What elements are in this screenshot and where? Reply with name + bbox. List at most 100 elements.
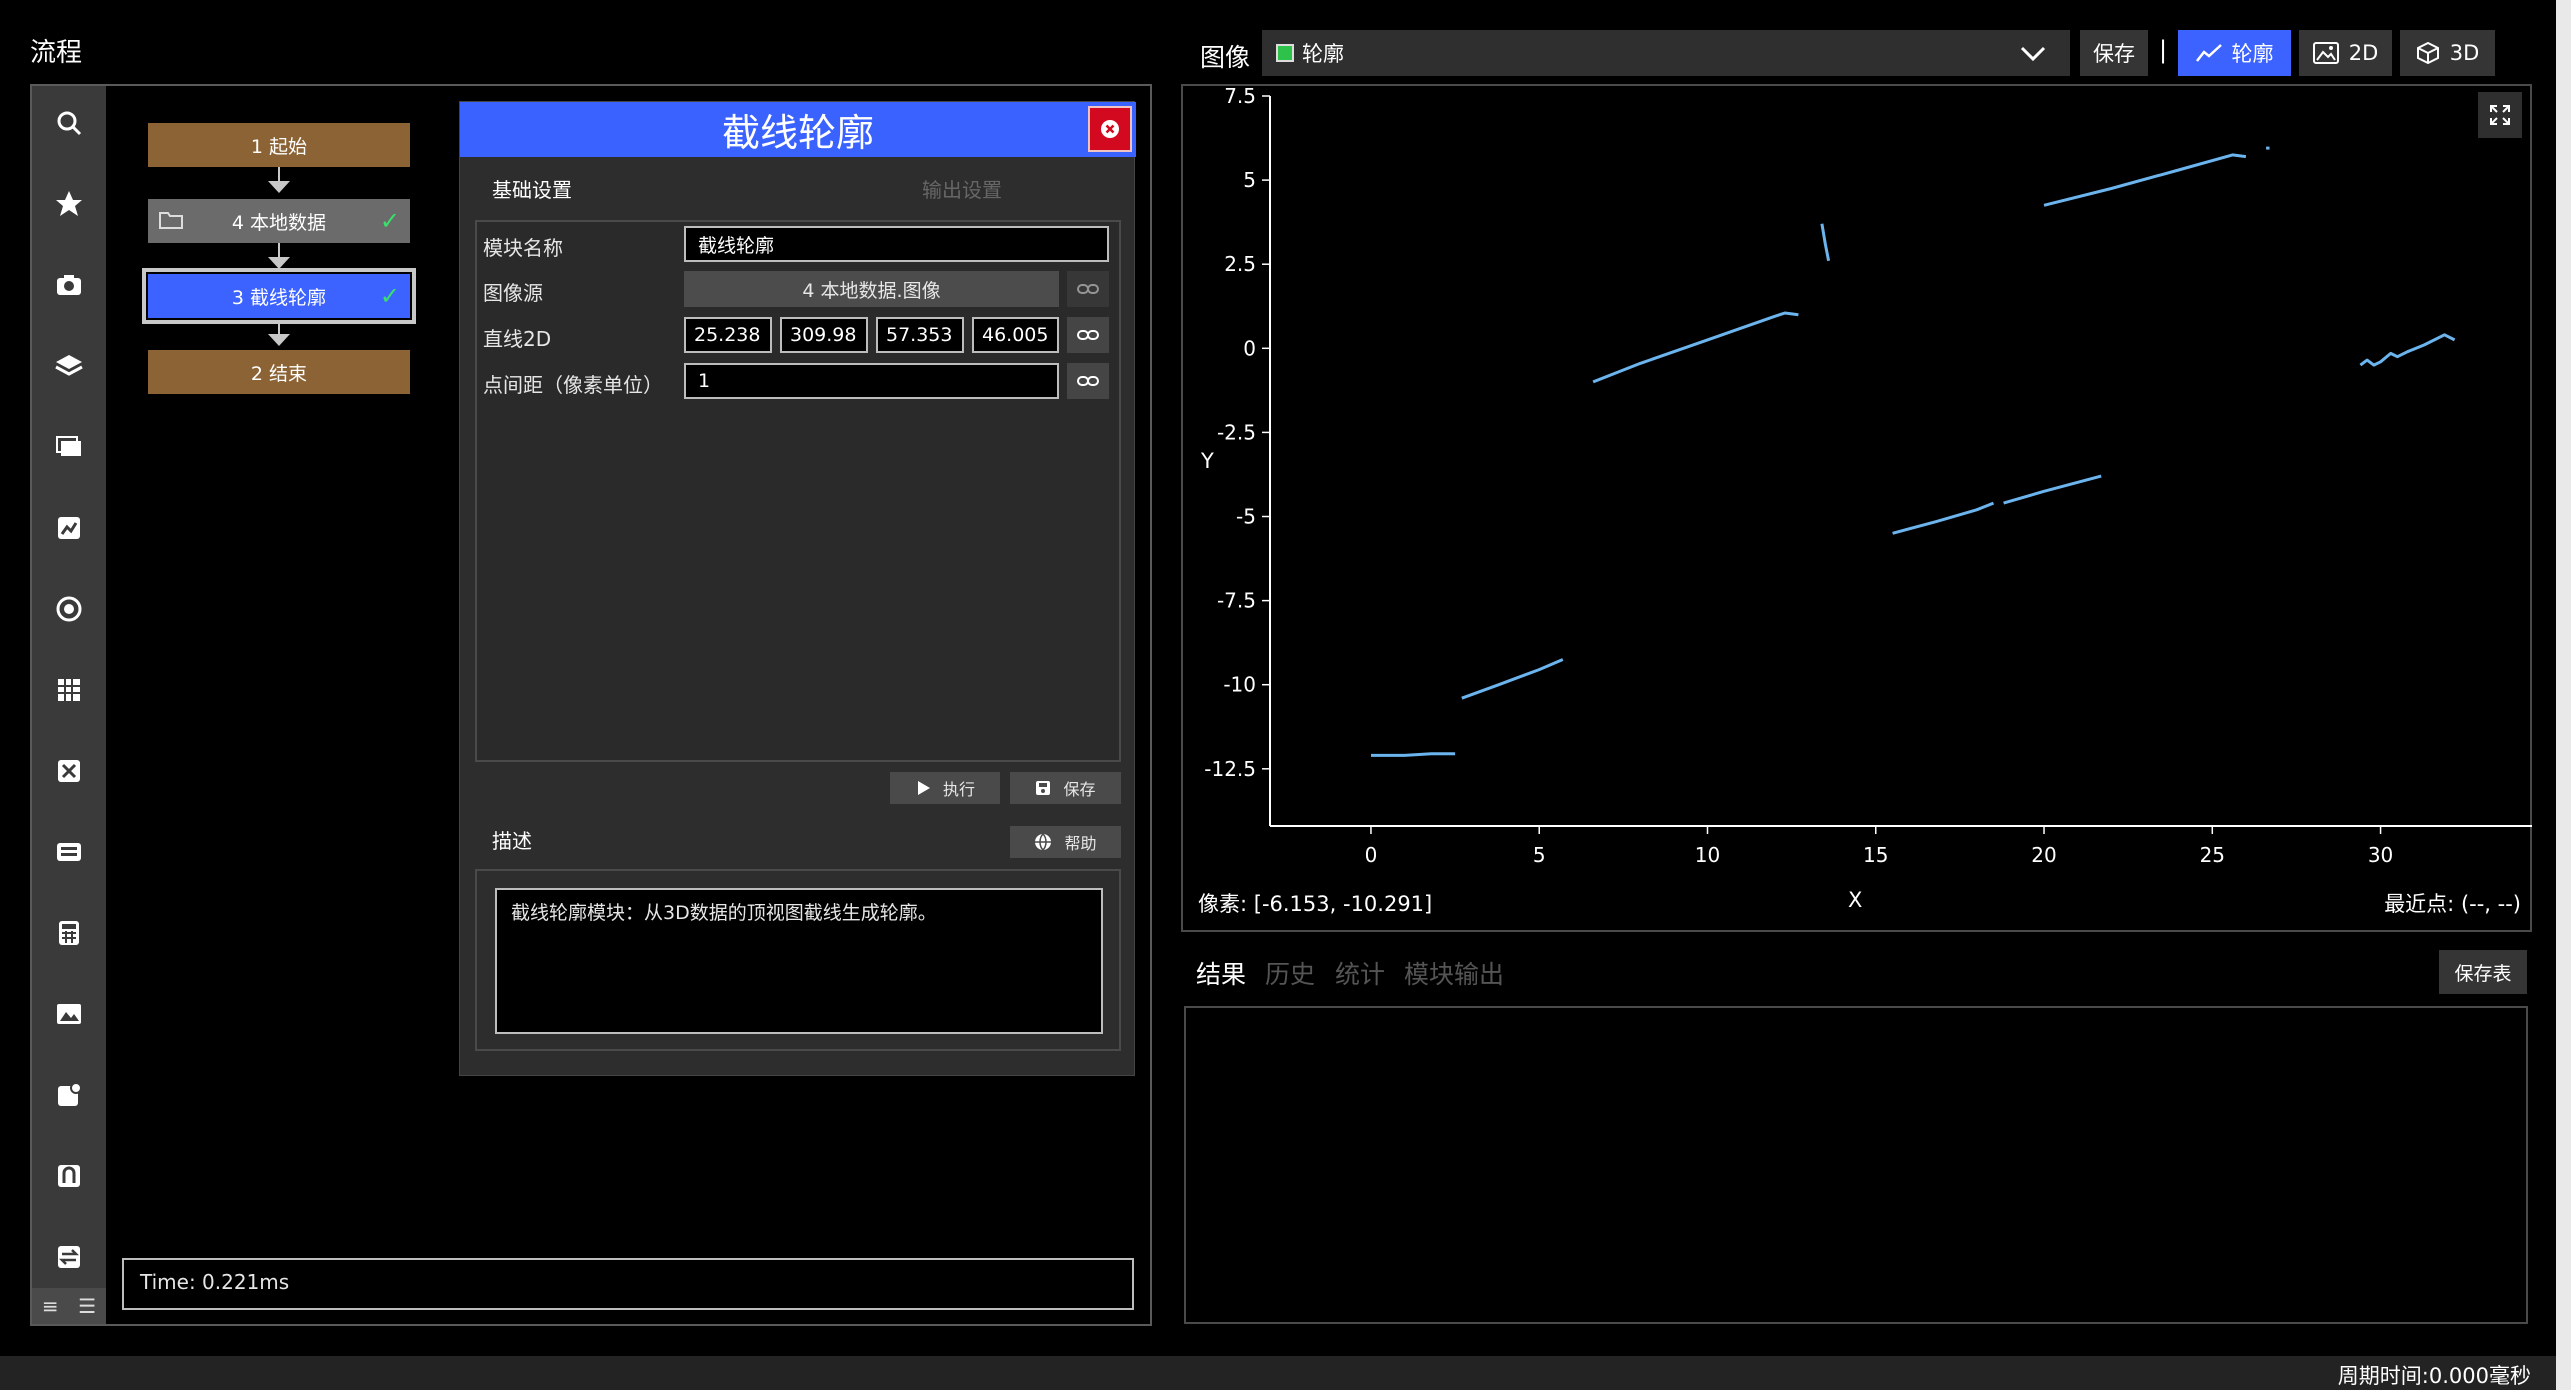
tab-output-settings[interactable]: 输出设置 (922, 174, 1002, 203)
view-3d-button[interactable]: 3D (2400, 30, 2495, 76)
flow-node-label: 4 本地数据 (231, 211, 327, 234)
image-edit-icon[interactable] (32, 501, 106, 555)
x-tick-label: 15 (1863, 843, 1888, 867)
profile-segment (2043, 153, 2247, 207)
chart-icon[interactable] (32, 1068, 106, 1122)
keyboard-icon[interactable] (32, 825, 106, 879)
view-profile-label: 轮廓 (2231, 42, 2274, 66)
status-bar (0, 1356, 2571, 1390)
selected-source-label: 轮廓 (1302, 42, 1344, 66)
image-panel-label: 图像 (1200, 43, 1251, 72)
flow-arrow (268, 257, 290, 269)
link-button[interactable] (1067, 363, 1109, 399)
toolbar-separator: | (2159, 36, 2168, 64)
magnet-icon[interactable] (32, 1149, 106, 1203)
flow-connector (278, 324, 280, 334)
image-source-select[interactable]: 4 本地数据.图像 (684, 271, 1059, 307)
profile-segment (1892, 501, 1995, 535)
description-text: 截线轮廓模块：从3D数据的顶视图截线生成轮廓。 (495, 888, 1103, 1034)
save-icon (1036, 781, 1051, 795)
view-3d-label: 3D (2449, 41, 2480, 65)
cube-icon (2416, 41, 2439, 65)
chevron-down-icon (2020, 46, 2046, 62)
frames-icon[interactable] (32, 420, 106, 474)
layers-icon[interactable] (32, 339, 106, 393)
dialog-header[interactable]: 截线轮廓 (460, 102, 1136, 157)
flow-node-profile[interactable]: 3 截线轮廓 ✓ (142, 268, 416, 324)
y-tick-label: -2.5 (1217, 420, 1256, 444)
line2d-input-y2[interactable]: 46.005 (972, 317, 1059, 353)
profile-segment (1592, 311, 1799, 384)
fullscreen-button[interactable] (2478, 92, 2522, 138)
profile-plot[interactable]: 7.5 5 2.5 0 -2.5 -5 -7.5 -10 -12.5 0 5 10 15 20 25 30 Y (1181, 84, 2532, 932)
results-table[interactable] (1184, 1006, 2528, 1324)
folder-icon (158, 209, 184, 236)
star-icon[interactable] (32, 177, 106, 231)
save-table-button[interactable]: 保存表 (2439, 950, 2527, 994)
module-toolbar: ≡ ☰ (32, 86, 106, 1324)
y-tick-label: -12.5 (1204, 757, 1256, 781)
tab-history[interactable]: 历史 (1265, 955, 1315, 991)
line2d-input-x2[interactable]: 57.353 (876, 317, 964, 353)
help-button[interactable]: 帮助 (1010, 826, 1121, 858)
link-button[interactable] (1067, 317, 1109, 353)
save-label: 保存 (1063, 780, 1096, 799)
list-icon[interactable]: ☰ (78, 1294, 96, 1318)
link-icon (1077, 376, 1099, 386)
flow-node-label: 2 结束 (250, 362, 308, 385)
x-tick-label: 25 (2200, 843, 2225, 867)
expand-icon (2490, 105, 2510, 125)
line-chart-icon (2195, 44, 2222, 62)
module-name-label: 模块名称 (483, 236, 563, 260)
target-icon[interactable] (32, 582, 106, 636)
point-spacing-input[interactable]: 1 (684, 363, 1059, 399)
calculator-icon[interactable] (32, 906, 106, 960)
module-name-input[interactable]: 截线轮廓 (684, 226, 1109, 262)
picture-icon[interactable] (32, 987, 106, 1041)
tab-statistics[interactable]: 统计 (1335, 955, 1385, 991)
image-source-label: 图像源 (483, 281, 543, 305)
x-tick-label: 20 (2031, 843, 2056, 867)
x-axis-label: X (1848, 888, 1863, 912)
y-axis-label: Y (1200, 449, 1214, 473)
filter-icon[interactable]: ≡ (42, 1294, 59, 1318)
tools-icon[interactable] (32, 744, 106, 798)
image-save-button[interactable]: 保存 (2080, 30, 2148, 76)
check-icon: ✓ (379, 207, 400, 235)
flow-node-start[interactable]: 1 起始 (148, 123, 410, 167)
profile-segment (1461, 658, 1564, 700)
line2d-input-x1[interactable]: 25.238 (684, 317, 772, 353)
flow-connector (278, 243, 280, 257)
flow-node-end[interactable]: 2 结束 (148, 350, 410, 394)
run-button[interactable]: 执行 (890, 772, 1000, 804)
image-source-dropdown[interactable]: 轮廓 (1262, 30, 2070, 76)
image-save-label: 保存 (2093, 42, 2135, 66)
dialog-title: 截线轮廓 (721, 111, 874, 155)
transfer-icon[interactable] (32, 1230, 106, 1284)
y-tick-label: -7.5 (1217, 589, 1256, 613)
close-button[interactable] (1088, 106, 1132, 152)
point-spacing-label: 点间距（像素单位） (483, 373, 663, 397)
flow-node-local-data[interactable]: 4 本地数据 ✓ (148, 199, 410, 243)
link-button[interactable] (1067, 271, 1109, 307)
module-dialog: 截线轮廓 基础设置 输出设置 模块名称 截线轮廓 图像源 4 本地数据.图像 直… (459, 101, 1136, 1076)
view-profile-button[interactable]: 轮廓 (2178, 30, 2291, 76)
tab-results[interactable]: 结果 (1196, 955, 1246, 991)
search-icon[interactable] (32, 96, 106, 150)
y-tick-label: 5 (1243, 168, 1256, 192)
cycle-time-display: 周期时间:0.000毫秒 (2337, 1364, 2531, 1388)
camera-icon[interactable] (32, 258, 106, 312)
view-2d-button[interactable]: 2D (2299, 30, 2392, 76)
source-color-swatch (1276, 44, 1294, 62)
tab-module-output[interactable]: 模块输出 (1404, 955, 1504, 991)
window-edge (2556, 0, 2571, 1390)
line2d-input-y1[interactable]: 309.98 (780, 317, 868, 353)
tab-basic-settings[interactable]: 基础设置 (492, 174, 572, 203)
save-button[interactable]: 保存 (1010, 772, 1121, 804)
line2d-label: 直线2D (483, 327, 552, 351)
y-tick-label: 2.5 (1224, 252, 1256, 276)
profile-segment (1820, 223, 1831, 262)
run-time-display: Time: 0.221ms (122, 1258, 1134, 1310)
grid-icon[interactable] (32, 663, 106, 717)
x-tick-label: 10 (1695, 843, 1720, 867)
